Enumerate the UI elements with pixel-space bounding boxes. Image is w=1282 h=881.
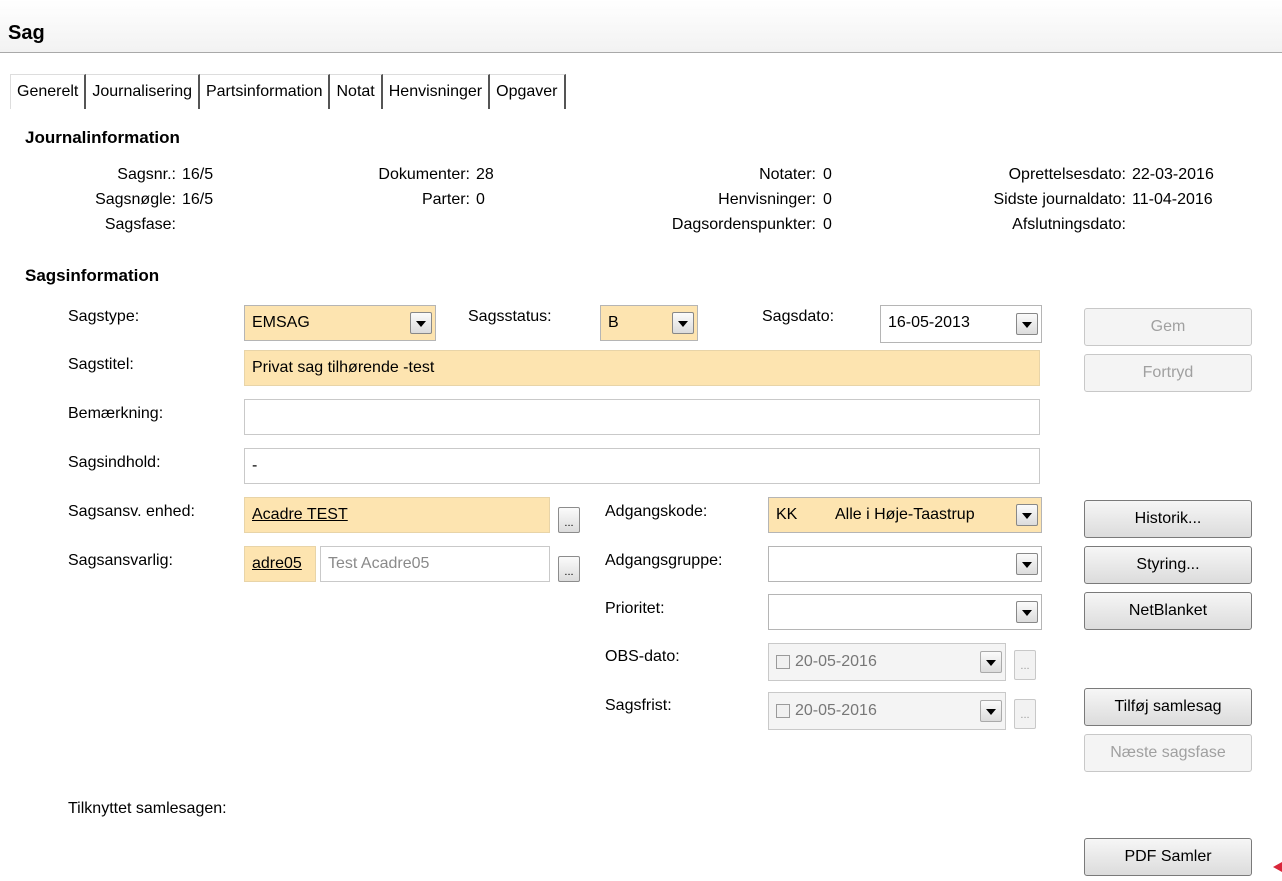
chevron-down-icon[interactable] xyxy=(672,312,694,334)
bemaerkning-label: Bemærkning: xyxy=(68,405,164,422)
enhed-browse-button[interactable]: ... xyxy=(558,507,580,533)
sagsansvarlig-label: Sagsansvarlig: xyxy=(68,552,173,569)
sagsfrist-browse-button: ... xyxy=(1014,699,1036,729)
adgangskode-value: Alle i Høje-Taastrup xyxy=(835,506,975,523)
sagsdato-label: Sagsdato: xyxy=(762,308,835,325)
dagsorden-label: Dagsordenspunkter: xyxy=(671,216,816,233)
sagsstatus-label: Sagsstatus: xyxy=(468,308,552,325)
sagsnoegle-label: Sagsnøgle: xyxy=(95,191,176,208)
chevron-down-icon[interactable] xyxy=(1016,313,1038,335)
sidste-journaldato-value: 11-04-2016 xyxy=(1132,191,1213,208)
dagsorden-value: 0 xyxy=(823,216,832,233)
naeste-sagsfase-button[interactable]: Næste sagsfase xyxy=(1084,734,1252,772)
samlesag-label: Tilknyttet samlesagen: xyxy=(68,800,227,817)
fortryd-button[interactable]: Fortryd xyxy=(1084,354,1252,392)
adgangsgruppe-label: Adgangsgruppe: xyxy=(605,552,723,569)
tab-generelt[interactable]: Generelt xyxy=(10,74,87,109)
gem-button[interactable]: Gem xyxy=(1084,308,1252,346)
sagsansvarlig-name-input: Test Acadre05 xyxy=(320,546,550,582)
sagstitel-label: Sagstitel: xyxy=(68,356,134,373)
sagsfrist-label: Sagsfrist: xyxy=(605,697,672,714)
window-title: Sag xyxy=(8,22,45,44)
sagsansvarlig-code-input[interactable]: adre05 xyxy=(244,546,316,582)
netblanket-button[interactable]: NetBlanket xyxy=(1084,592,1252,630)
chevron-down-icon[interactable] xyxy=(1016,504,1038,526)
sagsansvarlig-code-link[interactable]: adre05 xyxy=(252,555,302,572)
sagsansv-enhed-label: Sagsansv. enhed: xyxy=(68,503,195,520)
dokumenter-label: Dokumenter: xyxy=(378,166,470,183)
tab-journalisering[interactable]: Journalisering xyxy=(86,74,200,109)
chevron-down-icon[interactable] xyxy=(980,651,1002,673)
sagsdato-picker[interactable]: 16-05-2013 xyxy=(880,305,1042,343)
obsdato-label: OBS-dato: xyxy=(605,648,680,665)
sagstitel-input[interactable]: Privat sag tilhørende -test xyxy=(244,350,1040,386)
sagsnr-value: 16/5 xyxy=(182,166,214,183)
sagsstatus-select[interactable]: B xyxy=(600,305,698,341)
sagsfase-label: Sagsfase: xyxy=(104,216,176,233)
tab-bar: Generelt Journalisering Partsinformation No… xyxy=(10,74,566,109)
sagstype-label: Sagstype: xyxy=(68,308,140,325)
tab-opgaver[interactable]: Opgaver xyxy=(490,74,566,109)
obsdato-checkbox[interactable] xyxy=(776,655,790,669)
henvisninger-value: 0 xyxy=(823,191,832,208)
ansvarlig-browse-button[interactable]: ... xyxy=(558,556,580,582)
pointer-arrow-icon xyxy=(1273,862,1282,872)
sagsfrist-picker[interactable]: 20-05-2016 xyxy=(768,692,1006,730)
bemaerkning-input[interactable] xyxy=(244,399,1040,435)
henvisninger-label: Henvisninger: xyxy=(718,191,816,208)
historik-button[interactable]: Historik... xyxy=(1084,500,1252,538)
obsdato-browse-button: ... xyxy=(1014,650,1036,680)
sagsindhold-label: Sagsindhold: xyxy=(68,454,161,471)
sagsansv-enhed-link[interactable]: Acadre TEST xyxy=(252,506,348,523)
adgangsgruppe-select[interactable] xyxy=(768,546,1042,582)
window-title-bar: Sag xyxy=(0,0,1282,53)
prioritet-label: Prioritet: xyxy=(605,600,665,617)
notater-label: Notater: xyxy=(759,166,816,183)
sagstype-value: EMSAG xyxy=(252,314,310,331)
journal-section-title: Journalinformation xyxy=(25,128,180,147)
sagsnr-label: Sagsnr.: xyxy=(117,166,176,183)
sagsfrist-value: 20-05-2016 xyxy=(795,702,877,719)
afslutningsdato-label: Afslutningsdato: xyxy=(1012,216,1126,233)
sagsindhold-input[interactable]: - xyxy=(244,448,1040,484)
obsdato-picker[interactable]: 20-05-2016 xyxy=(768,643,1006,681)
adgangskode-select[interactable]: KK Alle i Høje-Taastrup xyxy=(768,497,1042,533)
chevron-down-icon[interactable] xyxy=(1016,553,1038,575)
chevron-down-icon[interactable] xyxy=(980,700,1002,722)
sagsansv-enhed-input[interactable]: Acadre TEST xyxy=(244,497,550,533)
pdf-samler-button[interactable]: PDF Samler xyxy=(1084,838,1252,876)
sagsnoegle-value: 16/5 xyxy=(182,191,214,208)
parter-label: Parter: xyxy=(421,191,470,208)
tilfoej-samlesag-button[interactable]: Tilføj samlesag xyxy=(1084,688,1252,726)
parter-value: 0 xyxy=(476,191,485,208)
chevron-down-icon[interactable] xyxy=(410,312,432,334)
tab-henvisninger[interactable]: Henvisninger xyxy=(382,74,491,109)
tab-notat[interactable]: Notat xyxy=(330,74,383,109)
obsdato-value: 20-05-2016 xyxy=(795,653,877,670)
adgangskode-code: KK xyxy=(776,506,798,523)
notater-value: 0 xyxy=(823,166,832,183)
sagsfrist-checkbox[interactable] xyxy=(776,704,790,718)
sagsstatus-value: B xyxy=(608,314,619,331)
prioritet-select[interactable] xyxy=(768,594,1042,630)
sidste-journaldato-label: Sidste journaldato: xyxy=(993,191,1126,208)
chevron-down-icon[interactable] xyxy=(1016,601,1038,623)
sag-section-title: Sagsinformation xyxy=(25,266,160,285)
oprettelsesdato-value: 22-03-2016 xyxy=(1132,166,1214,183)
tab-partsinformation[interactable]: Partsinformation xyxy=(199,74,331,109)
sagstype-select[interactable]: EMSAG xyxy=(244,305,436,341)
dokumenter-value: 28 xyxy=(476,166,494,183)
adgangskode-label: Adgangskode: xyxy=(605,503,708,520)
oprettelsesdato-label: Oprettelsesdato: xyxy=(1008,166,1126,183)
sagsdato-value: 16-05-2013 xyxy=(888,314,970,331)
styring-button[interactable]: Styring... xyxy=(1084,546,1252,584)
